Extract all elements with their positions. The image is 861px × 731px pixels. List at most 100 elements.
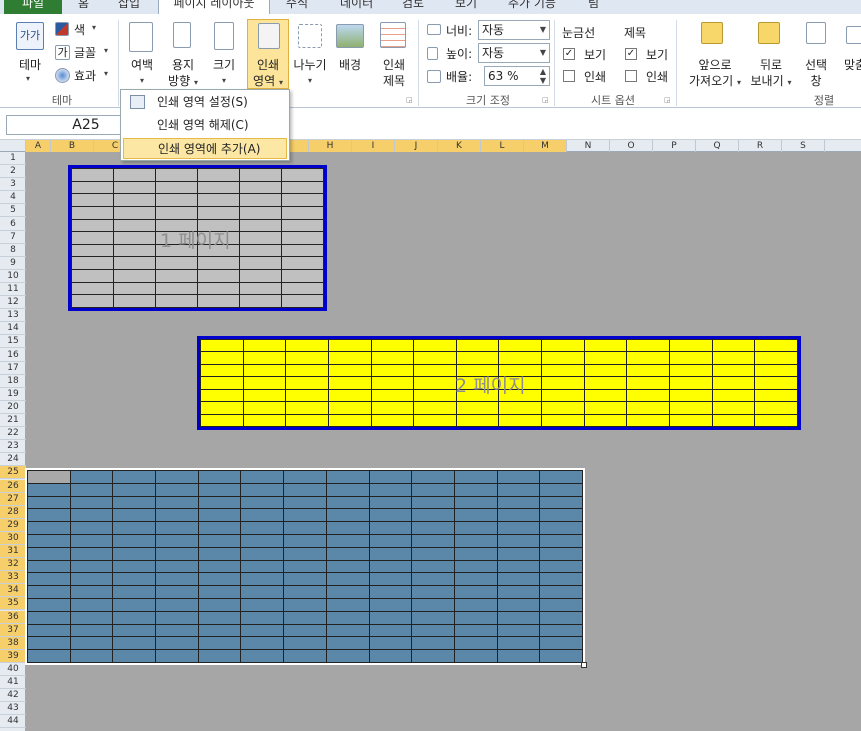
tab-home[interactable]: 홈 [78, 0, 89, 14]
cell[interactable] [583, 413, 628, 428]
cell[interactable] [113, 180, 156, 195]
cell[interactable] [197, 269, 240, 283]
cell[interactable] [197, 521, 242, 535]
cell[interactable] [283, 597, 327, 612]
row-header-37[interactable]: 37 [0, 623, 26, 637]
cell[interactable] [240, 597, 285, 612]
cell[interactable] [283, 470, 327, 484]
cell[interactable] [239, 294, 282, 308]
cell[interactable] [112, 470, 157, 484]
cell[interactable] [325, 610, 370, 625]
cell[interactable] [281, 243, 324, 258]
cell[interactable] [155, 610, 199, 625]
cell[interactable] [496, 572, 541, 587]
themes-dropdown-icon[interactable]: ▾ [26, 74, 30, 83]
cell[interactable] [327, 413, 372, 428]
cell[interactable] [411, 597, 455, 612]
cell[interactable] [711, 376, 756, 390]
row-header-4[interactable]: 4 [0, 191, 26, 205]
cell[interactable] [453, 482, 498, 497]
cell[interactable] [325, 508, 370, 523]
cell[interactable] [27, 636, 71, 651]
cell[interactable] [669, 363, 713, 378]
cell[interactable] [626, 351, 671, 365]
cell[interactable] [453, 495, 498, 510]
cell[interactable] [283, 636, 327, 651]
row-header-7[interactable]: 7 [0, 231, 26, 244]
cell[interactable] [113, 205, 156, 220]
cell[interactable] [113, 281, 156, 296]
cell[interactable] [113, 193, 156, 207]
cell[interactable] [240, 649, 285, 663]
cell[interactable] [200, 338, 244, 353]
column-header-j[interactable]: J [395, 140, 438, 152]
row-header-27[interactable]: 27 [0, 492, 26, 506]
row-header-38[interactable]: 38 [0, 636, 26, 650]
cell[interactable] [496, 623, 541, 638]
cell[interactable] [242, 376, 287, 390]
row-header-35[interactable]: 35 [0, 597, 26, 611]
cell[interactable] [200, 401, 244, 415]
cell[interactable] [69, 495, 114, 510]
cell[interactable] [411, 636, 455, 651]
cell[interactable] [281, 193, 324, 207]
cell[interactable] [368, 597, 413, 612]
cell[interactable] [281, 256, 324, 270]
cell[interactable] [69, 533, 114, 548]
cell[interactable] [325, 521, 370, 535]
cell[interactable] [455, 401, 500, 415]
cell[interactable] [496, 546, 541, 561]
cell[interactable] [240, 585, 285, 599]
cell[interactable] [498, 338, 543, 353]
cell[interactable] [411, 470, 455, 484]
cell[interactable] [281, 180, 324, 195]
add-to-print-area-item[interactable]: 인쇄 영역에 추가(A) [123, 138, 287, 159]
cell[interactable] [283, 623, 327, 638]
column-header-r[interactable]: R [739, 140, 782, 152]
fill-handle[interactable] [581, 662, 587, 668]
row-header-15[interactable]: 15 [0, 335, 26, 349]
cell[interactable] [413, 388, 457, 403]
tab-add-ins[interactable]: 추가 기능 [508, 0, 556, 14]
gridlines-print-checkbox[interactable] [563, 70, 575, 82]
row-header-39[interactable]: 39 [0, 649, 26, 663]
row-header-29[interactable]: 29 [0, 518, 26, 532]
row-header-11[interactable]: 11 [0, 283, 26, 297]
cell[interactable] [411, 521, 455, 535]
cell[interactable] [583, 401, 628, 415]
cell[interactable] [197, 180, 240, 195]
cell[interactable] [754, 338, 798, 353]
row-header-23[interactable]: 23 [0, 440, 26, 454]
cell[interactable] [498, 363, 543, 378]
cell[interactable] [327, 401, 372, 415]
cell[interactable] [69, 610, 114, 625]
cell[interactable] [496, 636, 541, 651]
cell[interactable] [368, 623, 413, 638]
cell[interactable] [240, 623, 285, 638]
cell[interactable] [240, 482, 285, 497]
cell[interactable] [453, 610, 498, 625]
print-page-2-region[interactable] [197, 336, 801, 430]
cell[interactable] [368, 636, 413, 651]
cell[interactable] [283, 585, 327, 599]
themes-button[interactable]: 가가 [12, 22, 48, 56]
cell[interactable] [453, 533, 498, 548]
cell[interactable] [27, 597, 71, 612]
cell[interactable] [242, 363, 287, 378]
cell[interactable] [453, 597, 498, 612]
row-header-42[interactable]: 42 [0, 689, 26, 703]
cell[interactable] [541, 376, 585, 390]
cell[interactable] [368, 610, 413, 625]
cell[interactable] [539, 649, 583, 663]
cell[interactable] [711, 413, 756, 428]
row-header-22[interactable]: 22 [0, 427, 26, 441]
cell[interactable] [539, 533, 583, 548]
cell[interactable] [27, 546, 71, 561]
cell[interactable] [27, 610, 71, 625]
cell[interactable] [325, 470, 370, 484]
cell[interactable] [754, 401, 798, 415]
clear-print-area-item[interactable]: 인쇄 영역 해제(C) [123, 115, 287, 136]
cell[interactable] [240, 495, 285, 510]
row-header-10[interactable]: 10 [0, 270, 26, 283]
selected-range-a25-m39[interactable] [25, 468, 585, 665]
